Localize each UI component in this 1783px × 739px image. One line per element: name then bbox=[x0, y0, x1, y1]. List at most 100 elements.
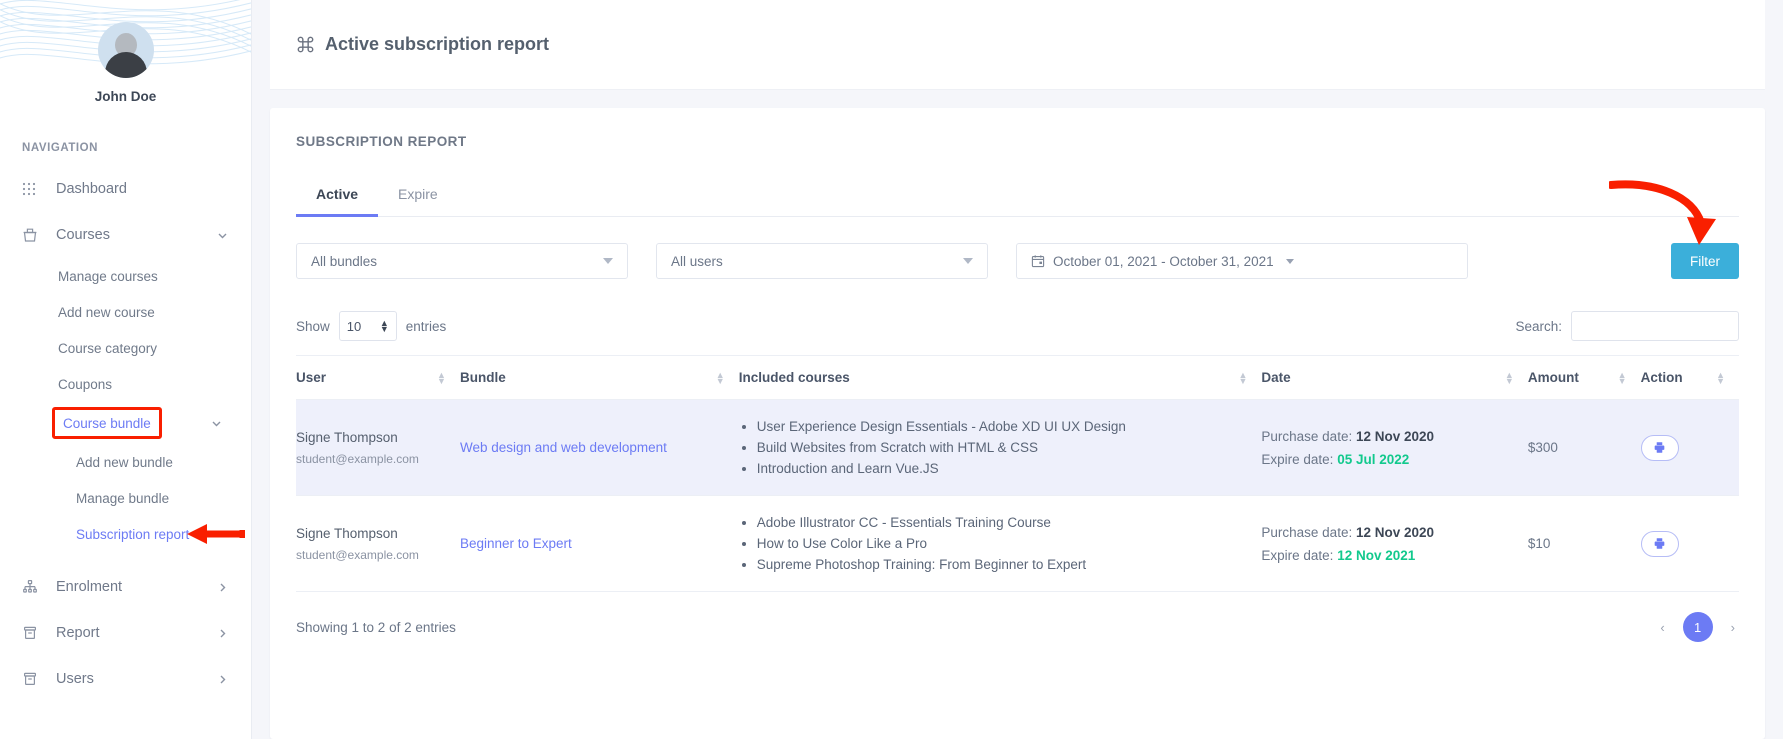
card-title: SUBSCRIPTION REPORT bbox=[296, 134, 1739, 149]
column-header-amount[interactable]: Amount ▲▼ bbox=[1528, 356, 1641, 400]
print-button[interactable] bbox=[1641, 435, 1679, 461]
bundle-link[interactable]: Web design and web development bbox=[460, 440, 667, 455]
sidebar-subitem-manage-courses[interactable]: Manage courses bbox=[0, 258, 251, 294]
show-label: Show bbox=[296, 319, 330, 334]
sidebar-item-enrolment[interactable]: Enrolment bbox=[0, 564, 251, 610]
sidebar-item-users[interactable]: Users bbox=[0, 656, 251, 702]
grid-dots-icon bbox=[22, 182, 44, 197]
list-item: Build Websites from Scratch with HTML & … bbox=[757, 437, 1262, 458]
cell-included-courses: Adobe Illustrator CC - Essentials Traini… bbox=[739, 496, 1262, 592]
hierarchy-icon bbox=[22, 579, 44, 595]
sidebar-item-report[interactable]: Report bbox=[0, 610, 251, 656]
cell-user: Signe Thompson student@example.com bbox=[296, 496, 460, 592]
column-header-included-courses[interactable]: Included courses ▲▼ bbox=[739, 356, 1262, 400]
tab-expire[interactable]: Expire bbox=[378, 176, 458, 217]
table-footer: Showing 1 to 2 of 2 entries ‹ 1 › bbox=[296, 612, 1739, 642]
purchase-date-line: Purchase date: 12 Nov 2020 bbox=[1261, 525, 1527, 540]
cell-date: Purchase date: 12 Nov 2020 Expire date: … bbox=[1261, 400, 1527, 496]
column-header-bundle[interactable]: Bundle ▲▼ bbox=[460, 356, 739, 400]
filter-bar: All bundles All users October bbox=[296, 243, 1739, 279]
sidebar-profile: John Doe bbox=[0, 0, 251, 104]
showing-entries-text: Showing 1 to 2 of 2 entries bbox=[296, 620, 456, 635]
subscription-report-card: SUBSCRIPTION REPORT Active Expire All bu… bbox=[270, 108, 1765, 739]
cell-date: Purchase date: 12 Nov 2020 Expire date: … bbox=[1261, 496, 1527, 592]
column-header-action[interactable]: Action ▲▼ bbox=[1641, 356, 1739, 400]
printer-icon bbox=[1653, 537, 1666, 550]
column-label: Date bbox=[1261, 370, 1290, 385]
bundle-link[interactable]: Beginner to Expert bbox=[460, 536, 572, 551]
sidebar-subitem-label: Add new course bbox=[58, 305, 155, 320]
sidebar-subitem-label: Add new bundle bbox=[76, 455, 173, 470]
list-item: Introduction and Learn Vue.JS bbox=[757, 458, 1262, 479]
table-row: Signe Thompson student@example.com Begin… bbox=[296, 496, 1739, 592]
page-header: Active subscription report bbox=[270, 0, 1765, 90]
avatar bbox=[98, 22, 154, 78]
sort-icon: ▲▼ bbox=[1618, 372, 1627, 384]
tab-active[interactable]: Active bbox=[296, 176, 378, 217]
sidebar-subitem-label: Manage bundle bbox=[76, 491, 169, 506]
table-header-row: User ▲▼ Bundle ▲▼ Included courses ▲▼ bbox=[296, 356, 1739, 400]
user-select[interactable]: All users bbox=[656, 243, 988, 279]
column-label: Included courses bbox=[739, 370, 850, 385]
cell-included-courses: User Experience Design Essentials - Adob… bbox=[739, 400, 1262, 496]
date-range-picker[interactable]: October 01, 2021 - October 31, 2021 bbox=[1016, 243, 1468, 279]
caret-down-icon bbox=[1286, 259, 1294, 264]
table-row: Signe Thompson student@example.com Web d… bbox=[296, 400, 1739, 496]
list-item: How to Use Color Like a Pro bbox=[757, 533, 1262, 554]
expire-date-label: Expire date: bbox=[1261, 452, 1333, 467]
sidebar-item-courses[interactable]: Courses bbox=[0, 212, 251, 258]
pagination-prev-button[interactable]: ‹ bbox=[1656, 620, 1668, 635]
sidebar-subitem-label: Course category bbox=[58, 341, 157, 356]
search-group: Search: bbox=[1515, 311, 1739, 341]
sidebar-subitem-label: Course bundle bbox=[63, 416, 151, 431]
sidebar-item-label: Users bbox=[44, 671, 216, 687]
sidebar-subitem-subscription-report[interactable]: Subscription report bbox=[0, 516, 251, 552]
column-label: Action bbox=[1641, 370, 1683, 385]
printer-icon bbox=[1653, 441, 1666, 454]
sidebar-subitem-coupons[interactable]: Coupons bbox=[0, 366, 251, 402]
chevron-down-icon bbox=[210, 417, 223, 430]
archive-icon bbox=[22, 671, 44, 687]
page-title: Active subscription report bbox=[325, 34, 549, 55]
user-name: Signe Thompson bbox=[296, 430, 460, 445]
list-item: Supreme Photoshop Training: From Beginne… bbox=[757, 554, 1262, 575]
show-entries-group: Show 10 ▲▼ entries bbox=[296, 311, 446, 341]
sidebar-subitem-manage-bundle[interactable]: Manage bundle bbox=[0, 480, 251, 516]
expire-date-value: 12 Nov 2021 bbox=[1337, 548, 1415, 563]
sidebar-subitem-course-bundle[interactable]: Course bundle bbox=[0, 402, 251, 444]
table-body: Signe Thompson student@example.com Web d… bbox=[296, 400, 1739, 592]
sidebar-item-dashboard[interactable]: Dashboard bbox=[0, 166, 251, 212]
included-courses-list: Adobe Illustrator CC - Essentials Traini… bbox=[739, 512, 1262, 575]
course-bundle-annotation-box: Course bundle bbox=[52, 407, 162, 439]
entries-per-page-select[interactable]: 10 ▲▼ bbox=[339, 311, 397, 341]
column-header-user[interactable]: User ▲▼ bbox=[296, 356, 460, 400]
report-tabs: Active Expire bbox=[296, 175, 1739, 217]
search-input[interactable] bbox=[1571, 311, 1739, 341]
sidebar-subitem-add-new-course[interactable]: Add new course bbox=[0, 294, 251, 330]
filter-button[interactable]: Filter bbox=[1671, 243, 1739, 279]
profile-name: John Doe bbox=[0, 89, 251, 104]
purchase-date-value: 12 Nov 2020 bbox=[1356, 429, 1434, 444]
sidebar-subitem-add-new-bundle[interactable]: Add new bundle bbox=[0, 444, 251, 480]
print-button[interactable] bbox=[1641, 531, 1679, 557]
command-loop-icon bbox=[296, 35, 315, 54]
sidebar-subitem-course-category[interactable]: Course category bbox=[0, 330, 251, 366]
pagination-next-button[interactable]: › bbox=[1727, 620, 1739, 635]
pagination-page-1[interactable]: 1 bbox=[1683, 612, 1713, 642]
column-label: User bbox=[296, 370, 326, 385]
archive-icon bbox=[22, 625, 44, 641]
cell-amount: $10 bbox=[1528, 496, 1641, 592]
sidebar-subitem-label: Coupons bbox=[58, 377, 112, 392]
chevron-down-icon bbox=[216, 229, 229, 242]
column-header-date[interactable]: Date ▲▼ bbox=[1261, 356, 1527, 400]
expire-date-line: Expire date: 05 Jul 2022 bbox=[1261, 452, 1527, 467]
list-item: Adobe Illustrator CC - Essentials Traini… bbox=[757, 512, 1262, 533]
user-email: student@example.com bbox=[296, 548, 460, 562]
bundle-select[interactable]: All bundles bbox=[296, 243, 628, 279]
date-range-value: October 01, 2021 - October 31, 2021 bbox=[1053, 254, 1274, 269]
sidebar-item-label: Enrolment bbox=[44, 579, 216, 595]
search-label: Search: bbox=[1515, 319, 1562, 334]
app-root: John Doe NAVIGATION Dashboard bbox=[0, 0, 1783, 739]
caret-down-icon bbox=[603, 258, 613, 264]
sort-icon: ▲▼ bbox=[437, 372, 446, 384]
